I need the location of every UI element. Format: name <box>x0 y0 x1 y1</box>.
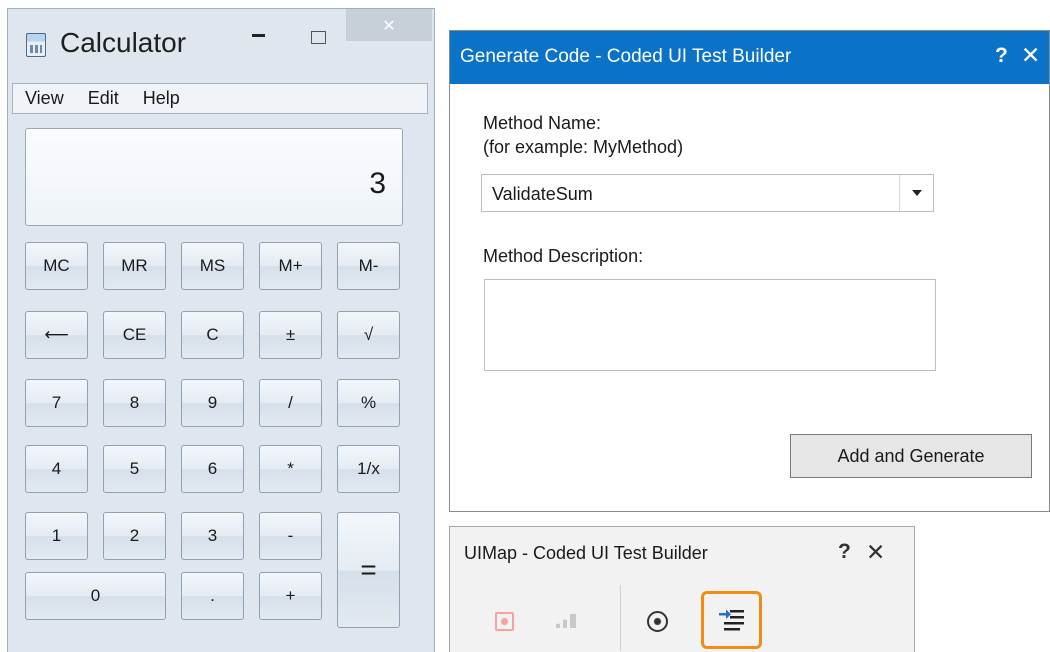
sqrt-key[interactable]: √ <box>337 311 400 359</box>
mr-key[interactable]: MR <box>103 242 166 290</box>
calculator-app-icon <box>26 33 46 57</box>
add-key[interactable]: + <box>259 572 322 620</box>
multiply-key[interactable]: * <box>259 445 322 493</box>
maximize-icon[interactable] <box>296 21 340 53</box>
help-icon[interactable]: ? <box>995 44 1008 68</box>
record-icon[interactable] <box>483 595 525 647</box>
decimal-key[interactable]: . <box>181 572 244 620</box>
generate-code-icon[interactable] <box>701 591 762 649</box>
mc-key[interactable]: MC <box>25 242 88 290</box>
close-icon[interactable]: ✕ <box>1021 42 1040 69</box>
display-value: 3 <box>369 167 386 200</box>
digit-6-key[interactable]: 6 <box>181 445 244 493</box>
generate-code-glyph <box>718 609 744 631</box>
equals-key[interactable]: = <box>337 512 400 628</box>
chevron-down-icon[interactable] <box>899 175 933 211</box>
reciprocal-key[interactable]: 1/x <box>337 445 400 493</box>
menu-view[interactable]: View <box>13 88 76 109</box>
method-name-hint: (for example: MyMethod) <box>483 137 684 157</box>
uimap-title: UIMap - Coded UI Test Builder <box>464 543 708 563</box>
uimap-toolbar-window: UIMap - Coded UI Test Builder ? ✕ <box>449 526 915 652</box>
calculator-title: Calculator <box>60 27 187 58</box>
menu-edit[interactable]: Edit <box>76 88 131 109</box>
show-recorded-steps-icon[interactable] <box>545 595 587 647</box>
digit-9-key[interactable]: 9 <box>181 379 244 427</box>
calculator-titlebar[interactable]: Calculator <box>8 9 434 74</box>
ms-key[interactable]: MS <box>181 242 244 290</box>
m-minus-key[interactable]: M- <box>337 242 400 290</box>
close-icon[interactable] <box>346 9 432 41</box>
digit-3-key[interactable]: 3 <box>181 512 244 560</box>
digit-2-key[interactable]: 2 <box>103 512 166 560</box>
digit-8-key[interactable]: 8 <box>103 379 166 427</box>
digit-0-key[interactable]: 0 <box>25 572 166 620</box>
calculator-menubar: View Edit Help <box>12 83 428 114</box>
dialog-titlebar[interactable]: Generate Code - Coded UI Test Builder ? … <box>450 31 1049 84</box>
generate-code-dialog: Generate Code - Coded UI Test Builder ? … <box>449 30 1050 512</box>
add-and-generate-button[interactable]: Add and Generate <box>790 434 1032 478</box>
method-name-combobox[interactable]: ValidateSum <box>481 174 934 212</box>
calculator-window: Calculator View Edit Help 3 MC MR MS M+ M- ⟵ C… <box>7 8 435 652</box>
c-key[interactable]: C <box>181 311 244 359</box>
digit-5-key[interactable]: 5 <box>103 445 166 493</box>
method-name-value[interactable]: ValidateSum <box>492 184 593 205</box>
backspace-key[interactable]: ⟵ <box>25 311 88 359</box>
dialog-title: Generate Code - Coded UI Test Builder <box>460 46 792 67</box>
m-plus-key[interactable]: M+ <box>259 242 322 290</box>
menu-help[interactable]: Help <box>131 88 192 109</box>
dialog-body: Method Name: (for example: MyMethod) Val… <box>450 84 1049 511</box>
help-icon[interactable]: ? <box>838 540 851 564</box>
plus-minus-key[interactable]: ± <box>259 311 322 359</box>
method-description-label: Method Description: <box>483 246 644 266</box>
subtract-key[interactable]: - <box>259 512 322 560</box>
digit-1-key[interactable]: 1 <box>25 512 88 560</box>
ce-key[interactable]: CE <box>103 311 166 359</box>
method-name-label: Method Name: <box>483 113 602 133</box>
percent-key[interactable]: % <box>337 379 400 427</box>
method-description-field[interactable] <box>484 279 936 371</box>
toolbar-separator <box>620 585 621 651</box>
calculator-display: 3 <box>25 128 403 226</box>
minimize-icon[interactable] <box>236 19 280 51</box>
digit-4-key[interactable]: 4 <box>25 445 88 493</box>
divide-key[interactable]: / <box>259 379 322 427</box>
digit-7-key[interactable]: 7 <box>25 379 88 427</box>
add-assertions-icon[interactable] <box>636 595 678 647</box>
close-icon[interactable]: ✕ <box>866 539 885 566</box>
